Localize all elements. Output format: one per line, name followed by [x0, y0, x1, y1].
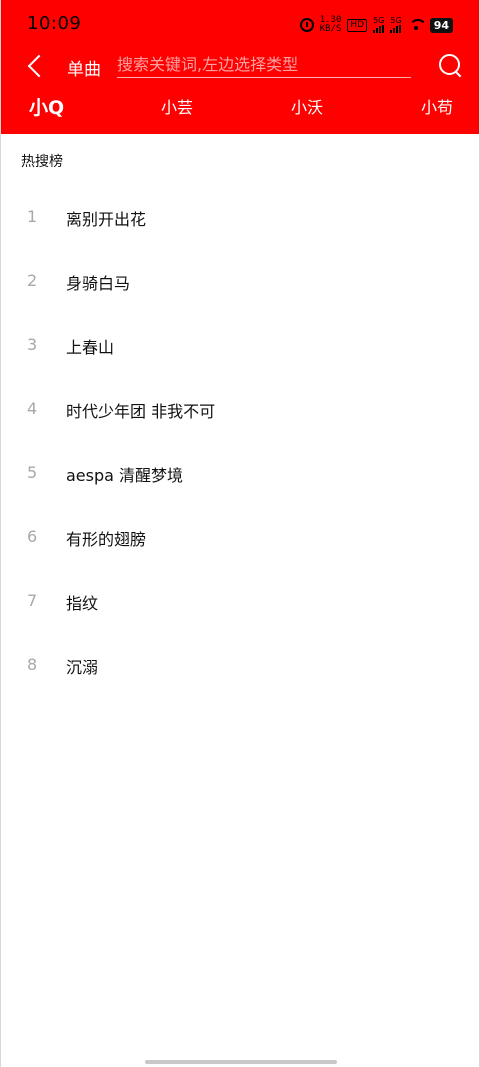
hot-search-item[interactable]: 6 有形的翅膀: [1, 505, 479, 569]
tab-xiao-q[interactable]: 小Q: [29, 92, 64, 124]
hot-search-item[interactable]: 7 指纹: [1, 569, 479, 633]
signal-icon: 5G: [373, 17, 384, 33]
net-speed: 1.30 KB/S: [320, 16, 342, 34]
hot-search-rank: 1: [27, 207, 38, 226]
status-icons: 1.30 KB/S HD 5G 5G 94: [299, 15, 453, 35]
search-icon[interactable]: [437, 52, 463, 80]
hot-search-item[interactable]: 2 身骑白马: [1, 249, 479, 313]
status-bar: 10:09 1.30 KB/S HD 5G 5G 94: [1, 0, 479, 48]
hot-search-item[interactable]: 1 离别开出花: [1, 185, 479, 249]
hot-search-rank: 3: [27, 335, 38, 354]
wifi-icon: [408, 19, 427, 31]
hot-search-keyword: 离别开出花: [66, 210, 147, 229]
hot-search-keyword: 时代少年团 非我不可: [66, 402, 216, 421]
hot-search-rank: 7: [27, 591, 38, 610]
net-speed-unit: KB/S: [319, 24, 342, 34]
hot-search-item[interactable]: 3 上春山: [1, 313, 479, 377]
search-input[interactable]: [117, 52, 411, 78]
signal-bars-icon-2: [390, 25, 402, 33]
signal-label: 5G: [373, 16, 385, 25]
tab-xiao-gou[interactable]: 小苟: [421, 92, 453, 124]
hot-search-rank: 6: [27, 527, 38, 546]
hot-search-keyword: 身骑白马: [66, 274, 131, 293]
hot-search-keyword: 指纹: [66, 594, 99, 613]
signal-icon-2: 5G: [390, 16, 402, 33]
hot-search-rank: 8: [27, 655, 38, 674]
source-tabs: 小Q 小芸 小沃 小苟: [1, 92, 479, 128]
signal-bars-icon: [373, 25, 385, 33]
hot-search-title: 热搜榜: [21, 154, 63, 170]
hot-search-list: 1 离别开出花 2 身骑白马 3 上春山 4 时代少年团 非我不可 5 aesp…: [1, 185, 479, 697]
home-indicator[interactable]: [145, 1060, 337, 1064]
search-type-selector[interactable]: 单曲: [67, 55, 101, 80]
hot-search-item[interactable]: 5 aespa 清醒梦境: [1, 441, 479, 505]
hd-badge: HD: [347, 18, 368, 32]
hot-search-keyword: 有形的翅膀: [66, 530, 147, 549]
back-icon[interactable]: [23, 52, 47, 80]
tab-xiao-yun[interactable]: 小芸: [161, 92, 193, 124]
alarm-icon: [299, 18, 314, 32]
hot-search-keyword: aespa 清醒梦境: [66, 466, 184, 485]
app-screen: 10:09 1.30 KB/S HD 5G 5G 94 单曲 搜索关键词,左边选…: [0, 0, 480, 1067]
tab-xiao-wo[interactable]: 小沃: [291, 92, 323, 124]
header: 10:09 1.30 KB/S HD 5G 5G 94 单曲 搜索关键词,左边选…: [1, 0, 479, 134]
hot-search-keyword: 上春山: [66, 338, 115, 357]
status-time: 10:09: [27, 13, 82, 34]
hot-search-rank: 2: [27, 271, 38, 290]
hot-search-rank: 4: [27, 399, 38, 418]
hot-search-keyword: 沉溺: [66, 658, 99, 677]
hot-search-item[interactable]: 8 沉溺: [1, 633, 479, 697]
hot-search-item[interactable]: 4 时代少年团 非我不可: [1, 377, 479, 441]
search-toolbar: 单曲: [1, 48, 479, 88]
signal-label-2: 5G: [390, 16, 402, 25]
hot-search-rank: 5: [27, 463, 38, 482]
battery-icon: 94: [429, 17, 453, 33]
